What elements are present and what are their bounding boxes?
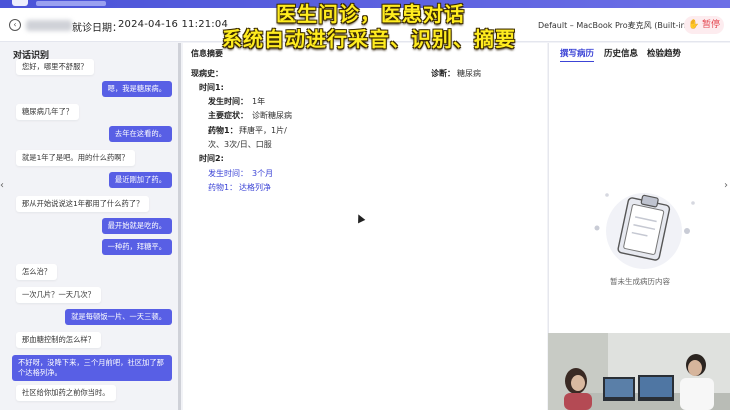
chat-message-out: 最开始就是吃的。 <box>101 218 172 234</box>
onset2-label: 发生时间： <box>208 169 248 178</box>
chevron-right-icon[interactable]: › <box>724 180 728 191</box>
panel-splitter[interactable] <box>178 43 181 410</box>
camera-feed <box>548 333 730 410</box>
chat-message-in: 那血糖控制的怎么样？ <box>16 332 101 348</box>
chat-message-in: 糖尿病几年了？ <box>16 104 80 120</box>
diagnosis-label: 诊断： <box>431 69 455 78</box>
time1-label: 时间1: <box>199 83 224 92</box>
back-icon[interactable]: ‹ <box>9 19 21 31</box>
drug1-value: 拜唐平，1片/ <box>239 126 287 135</box>
tab-write-record[interactable]: 撰写病历 <box>560 47 595 62</box>
onset-label: 发生时间： <box>208 97 248 106</box>
empty-record-text: 暂未生成病历内容 <box>610 277 670 286</box>
chat-message-out: 嗯，我是糖尿病。 <box>101 81 172 97</box>
chat-message-out: 去年在这看的。 <box>108 126 172 142</box>
visit-date-label: 就诊日期： <box>72 23 122 34</box>
tab-lab-trends[interactable]: 检验趋势 <box>647 47 681 61</box>
drug1-label: 药物1： <box>208 126 238 135</box>
chat-message-in: 就是1年了是吧。用的什么药啊？ <box>16 150 135 166</box>
drug2-label: 药物1： <box>208 183 238 192</box>
summary-panel: 信息摘要 现病史： 诊断： 糖尿病 时间1: 发生时间： 1年 主要症状： 诊断… <box>183 43 547 410</box>
empty-clipboard-icon <box>594 193 695 269</box>
chat-message-in: 社区给你加药之前你当时。 <box>16 385 116 401</box>
record-panel: 撰写病历 历史信息 检验趋势 暂未生成病历内容 <box>548 43 730 333</box>
conversation-panel: 对话识别 您好，哪里不舒服？ 嗯，我是糖尿病。 糖尿病几年了？ 去年在这看的。 就是1年… <box>10 43 178 410</box>
chat-message-in: 您好，哪里不舒服？ <box>16 59 94 75</box>
time2-label: 时间2: <box>199 154 224 163</box>
visit-date: 2024-04-16 11:21:04 <box>118 19 229 30</box>
patient-name-redacted <box>26 20 72 31</box>
summary-title: 信息摘要 <box>191 49 223 58</box>
camera-image <box>548 333 730 410</box>
microphone-selector[interactable]: Default – MacBook Pro麦克风 (Built-in) <box>538 20 689 31</box>
app-title-bar <box>0 0 730 8</box>
chat-message-out: 不好呀，没降下来，三个月前吧，社区加了那个达格列净。 <box>12 355 172 381</box>
chat-message-in: 怎么治？ <box>16 264 58 280</box>
app-logo <box>12 0 28 6</box>
header-bar: ‹ 就诊日期： 2024-04-16 11:21:04 Default – Ma… <box>0 8 730 42</box>
chat-message-out: 一种药，拜糖平。 <box>101 239 172 255</box>
chat-message-in: 一次几片？一天几次？ <box>16 287 101 303</box>
drug2-value: 达格列净 <box>239 183 271 192</box>
drug1-value-cont: 次、3次/日、口服 <box>208 140 272 149</box>
app-title-blurred <box>36 1 106 6</box>
pause-label: 暂停 <box>702 20 721 30</box>
symptom-value: 诊断糖尿病 <box>252 111 292 120</box>
history-label: 现病史： <box>191 69 223 78</box>
chat-message-in: 那从开始说说这1年都用了什么药了？ <box>16 196 150 212</box>
chat-message-out: 就是每顿饭一片、一天三顿。 <box>65 309 172 325</box>
pause-button[interactable]: ✋ 暂停 <box>684 16 724 34</box>
onset2-value: 3个月 <box>252 169 274 178</box>
chevron-left-icon[interactable]: ‹ <box>0 180 4 191</box>
onset-value: 1年 <box>252 97 266 106</box>
diagnosis-value: 糖尿病 <box>457 69 481 78</box>
symptom-label: 主要症状： <box>208 111 248 120</box>
pause-icon: ✋ <box>687 20 700 30</box>
tab-history-info[interactable]: 历史信息 <box>604 47 638 61</box>
chat-message-out: 最近刚加了药。 <box>108 172 172 188</box>
